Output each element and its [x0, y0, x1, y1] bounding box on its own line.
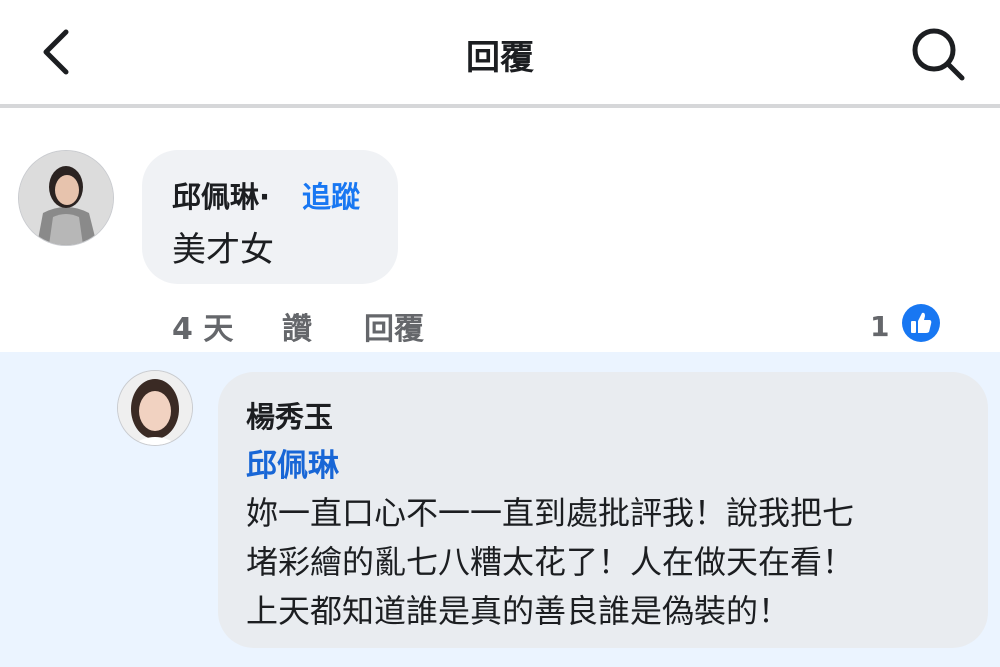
like-button[interactable]: 讚: [282, 304, 312, 348]
thumbs-up-icon[interactable]: [902, 304, 940, 342]
profile-photo: [118, 371, 192, 445]
reply-text-line: 妳一直口心不一一直到處批評我！說我把七: [246, 494, 855, 532]
comment-timestamp: 4 天: [172, 312, 234, 347]
comment-author[interactable]: 邱佩琳·: [172, 174, 270, 216]
reply-text-line: 上天都知道誰是真的善良誰是偽裝的！: [246, 592, 791, 630]
search-icon[interactable]: [906, 22, 970, 86]
comment-text: 美才女: [172, 230, 274, 270]
separator-dot: ·: [259, 180, 271, 214]
profile-photo: [19, 151, 113, 245]
avatar[interactable]: [19, 151, 113, 245]
reply-author[interactable]: 楊秀玉: [246, 394, 333, 436]
avatar[interactable]: [118, 371, 192, 445]
reaction-count[interactable]: 1: [870, 310, 889, 343]
page-title: 回覆: [466, 38, 534, 78]
top-bar: 回覆: [0, 0, 1000, 108]
reply-button[interactable]: 回覆: [364, 304, 424, 348]
follow-link[interactable]: 追蹤: [302, 174, 360, 216]
reply-text-line: 堵彩繪的亂七八糟太花了！人在做天在看！: [246, 543, 855, 581]
mention-tag[interactable]: 邱佩琳: [246, 440, 339, 485]
